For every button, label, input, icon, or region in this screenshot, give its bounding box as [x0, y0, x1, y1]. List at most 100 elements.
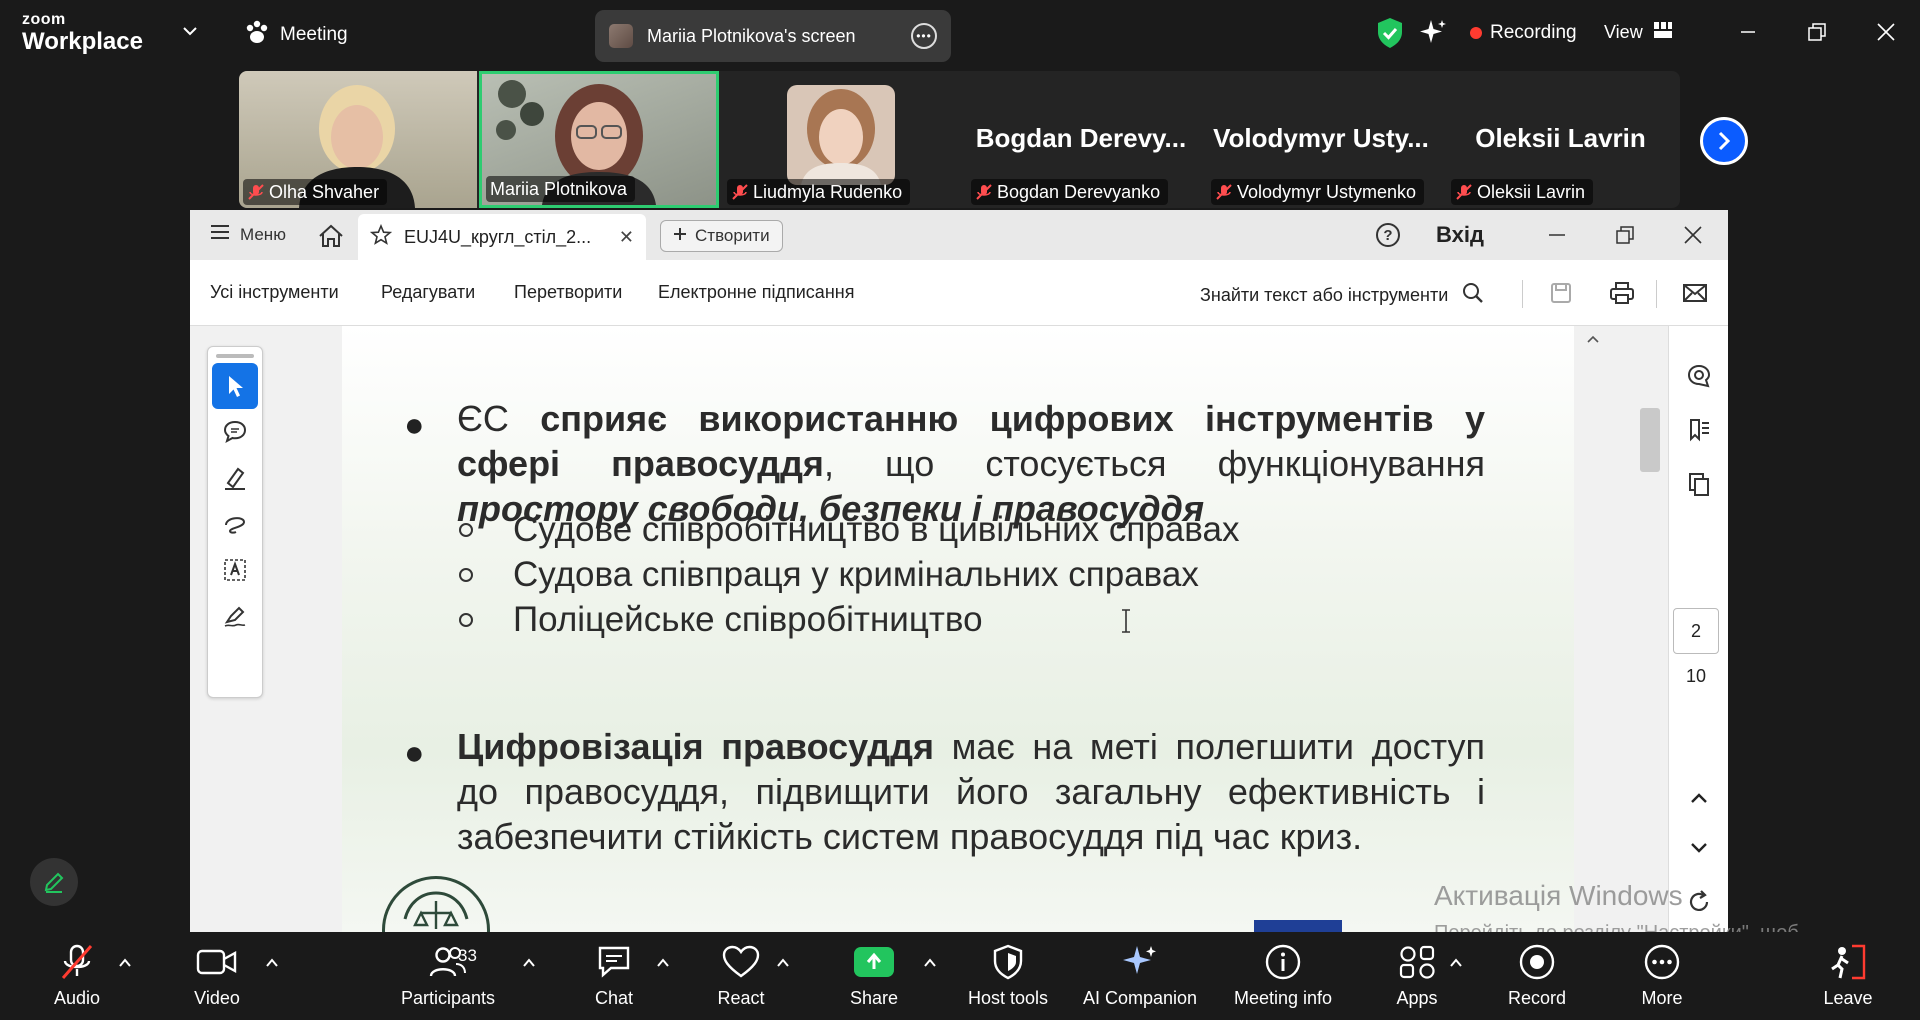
- share-screen-icon: [854, 940, 894, 984]
- help-icon[interactable]: ?: [1376, 223, 1400, 247]
- leave-button[interactable]: Leave: [1788, 940, 1908, 1009]
- acrobat-close-button[interactable]: [1676, 218, 1710, 252]
- para-text: , що стосується функціонування: [823, 443, 1485, 484]
- video-button[interactable]: Video: [157, 940, 277, 1009]
- create-button[interactable]: Створити: [660, 220, 783, 252]
- comment-panel-icon[interactable]: [1685, 362, 1713, 390]
- login-button[interactable]: Вхід: [1436, 222, 1484, 248]
- pdf-page[interactable]: ● ЄС сприяє використанню цифрових інстру…: [342, 326, 1574, 932]
- record-label: Record: [1507, 988, 1567, 1008]
- document-tab[interactable]: EUJ4U_кругл_стіл_2... ✕: [358, 214, 646, 260]
- host-tools-button[interactable]: Host tools: [948, 940, 1068, 1009]
- shared-screen: Меню EUJ4U_кругл_стіл_2... ✕ Створити ? …: [190, 210, 1728, 932]
- chat-options-caret-icon[interactable]: [656, 956, 670, 970]
- chevron-right-icon: [1718, 131, 1731, 151]
- video-tile-olha[interactable]: Olha Shvaher: [239, 71, 477, 208]
- all-tools-menu[interactable]: Усі інструменти: [210, 282, 339, 303]
- more-options-icon[interactable]: •••: [911, 23, 937, 49]
- highlight-tool[interactable]: [212, 455, 258, 501]
- chevron-down-icon[interactable]: [182, 24, 198, 42]
- star-icon[interactable]: [369, 223, 393, 251]
- apps-options-caret-icon[interactable]: [1449, 956, 1463, 970]
- audio-button[interactable]: Audio: [17, 940, 137, 1009]
- video-options-caret-icon[interactable]: [265, 956, 279, 970]
- zoom-logo: zoom Workplace: [22, 12, 143, 54]
- next-page-arrow-button[interactable]: [1700, 117, 1748, 165]
- acrobat-menu-button[interactable]: Меню: [210, 224, 286, 245]
- scrollbar-thumb[interactable]: [1640, 408, 1660, 472]
- ai-companion-button[interactable]: AI Companion: [1079, 940, 1201, 1009]
- select-cursor-tool[interactable]: [212, 363, 258, 409]
- recording-indicator[interactable]: Recording: [1470, 22, 1577, 44]
- highlighter-icon: [225, 467, 245, 490]
- edit-menu[interactable]: Редагувати: [381, 282, 475, 303]
- drag-handle[interactable]: [216, 354, 254, 358]
- current-page-input[interactable]: 2: [1673, 608, 1719, 654]
- convert-menu[interactable]: Перетворити: [514, 282, 622, 303]
- print-icon[interactable]: [1607, 278, 1637, 308]
- mic-muted-icon: [57, 940, 97, 984]
- more-button[interactable]: More: [1602, 940, 1722, 1009]
- scroll-up-arrow-icon[interactable]: [1586, 334, 1600, 344]
- previous-page-icon[interactable]: [1685, 784, 1713, 812]
- add-comment-tool[interactable]: [212, 409, 258, 455]
- total-pages: 10: [1685, 666, 1707, 686]
- sign-tool[interactable]: [212, 593, 258, 639]
- meeting-info-button[interactable]: Meeting info: [1223, 940, 1343, 1009]
- participants-button[interactable]: 33 Participants: [388, 940, 508, 1009]
- video-tile-liudmyla[interactable]: Liudmyla Rudenko: [721, 71, 961, 208]
- ai-sparkle-icon[interactable]: [1418, 18, 1448, 53]
- minimize-window-button[interactable]: [1728, 14, 1768, 50]
- react-button[interactable]: React: [681, 940, 801, 1009]
- windows-activation-title: Активація Windows: [1434, 880, 1683, 911]
- acrobat-restore-button[interactable]: [1608, 218, 1642, 252]
- refresh-icon[interactable]: [1685, 888, 1713, 916]
- draw-tool[interactable]: [212, 501, 258, 547]
- audio-options-caret-icon[interactable]: [118, 956, 132, 970]
- pages-thumbnails-icon[interactable]: [1685, 470, 1713, 498]
- para-text: ЄС: [457, 398, 541, 439]
- apps-button[interactable]: Apps: [1357, 940, 1477, 1009]
- participant-name: Olha Shvaher: [269, 181, 380, 202]
- video-tile-oleksii[interactable]: Oleksii Lavrin Oleksii Lavrin: [1441, 71, 1680, 208]
- e-sign-menu[interactable]: Електронне підписання: [658, 282, 854, 303]
- screen-share-pill[interactable]: Mariia Plotnikova's screen •••: [595, 10, 951, 62]
- view-button[interactable]: View: [1604, 21, 1673, 44]
- acrobat-minimize-button[interactable]: [1540, 218, 1574, 252]
- video-tile-bogdan[interactable]: Bogdan Derevy... Bogdan Derevyanko: [961, 71, 1201, 208]
- meeting-menu[interactable]: Meeting: [244, 20, 348, 50]
- react-options-caret-icon[interactable]: [776, 956, 790, 970]
- share-button[interactable]: Share: [814, 940, 934, 1009]
- close-window-button[interactable]: [1866, 14, 1906, 50]
- ai-sparkle-icon: [1120, 940, 1160, 984]
- record-button[interactable]: Record: [1477, 940, 1597, 1009]
- participants-options-caret-icon[interactable]: [522, 956, 536, 970]
- document-tab-title: EUJ4U_кругл_стіл_2...: [404, 226, 592, 247]
- video-tile-volodymyr[interactable]: Volodymyr Usty... Volodymyr Ustymenko: [1201, 71, 1441, 208]
- mic-muted-icon: [731, 183, 749, 201]
- leave-door-icon: [1828, 940, 1868, 984]
- meeting-info-label: Meeting info: [1233, 988, 1333, 1008]
- next-page-icon[interactable]: [1685, 834, 1713, 862]
- acrobat-title-bar: Меню EUJ4U_кругл_стіл_2... ✕ Створити ? …: [190, 210, 1728, 260]
- share-options-caret-icon[interactable]: [923, 956, 937, 970]
- bookmarks-icon[interactable]: [1685, 416, 1713, 444]
- participant-name: Liudmyla Rudenko: [753, 181, 903, 202]
- court-seal-logo: [382, 876, 490, 932]
- zoom-brand-workplace: Workplace: [22, 28, 143, 55]
- meeting-label: Meeting: [280, 24, 348, 45]
- save-icon[interactable]: [1546, 278, 1576, 308]
- email-icon[interactable]: [1680, 278, 1710, 308]
- close-tab-icon[interactable]: ✕: [619, 227, 634, 248]
- home-icon[interactable]: [318, 224, 344, 253]
- find-tools-search[interactable]: Знайти текст або інструменти: [1200, 282, 1484, 309]
- video-strip: Olha Shvaher Mariia Plotnikova Liudmyla …: [239, 71, 1680, 208]
- eu-flag-logo: [1254, 920, 1342, 932]
- more-dots-icon: [1643, 940, 1681, 984]
- text-box-tool[interactable]: [212, 547, 258, 593]
- video-tile-mariia-active[interactable]: Mariia Plotnikova: [479, 71, 719, 208]
- restore-window-button[interactable]: [1797, 14, 1837, 50]
- annotate-pencil-button[interactable]: [30, 858, 78, 906]
- chat-button[interactable]: Chat: [554, 940, 674, 1009]
- shield-check-icon[interactable]: [1376, 17, 1404, 54]
